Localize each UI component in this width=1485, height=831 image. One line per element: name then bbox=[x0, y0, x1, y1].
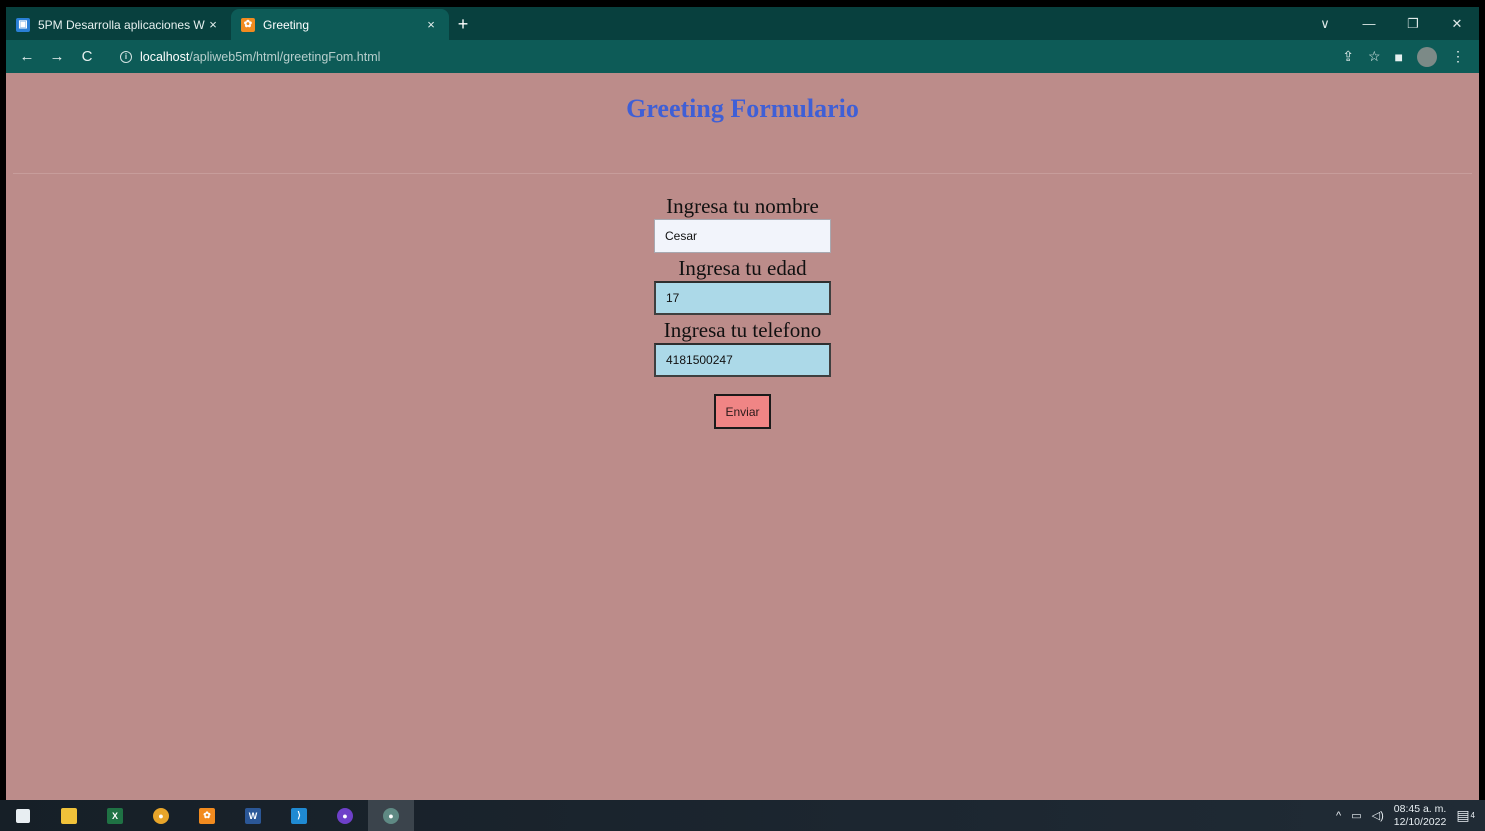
xampp-icon: ✿ bbox=[199, 807, 215, 824]
toolbar-actions: ⇪ ☆ ■ ⋮ bbox=[1342, 46, 1479, 67]
notification-count: 4 bbox=[1470, 811, 1475, 820]
forward-icon[interactable]: → bbox=[42, 48, 72, 65]
taskbar-file-explorer[interactable] bbox=[46, 800, 92, 831]
side-panel-icon[interactable]: ■ bbox=[1395, 49, 1403, 65]
classroom-icon: ▣ bbox=[16, 17, 30, 32]
tab-search-icon[interactable]: ∨ bbox=[1303, 7, 1347, 40]
taskbar-chrome-profile[interactable]: ● bbox=[368, 800, 414, 831]
window-controls: ∨ — ❐ ✕ bbox=[1303, 7, 1479, 40]
chrome-profile-icon: ● bbox=[383, 807, 399, 824]
clock-time: 08:45 a. m. bbox=[1393, 802, 1447, 815]
start-button[interactable] bbox=[0, 800, 46, 831]
notifications-icon[interactable]: ▤ 4 bbox=[1456, 807, 1475, 824]
name-input[interactable]: Cesar bbox=[654, 219, 831, 253]
tab-classroom[interactable]: ▣ 5PM Desarrolla aplicaciones Web × bbox=[6, 9, 231, 40]
share-icon[interactable]: ⇪ bbox=[1342, 48, 1354, 65]
taskbar-chrome[interactable]: ● bbox=[138, 800, 184, 831]
tab-close-icon[interactable]: × bbox=[423, 17, 439, 32]
taskbar-xampp[interactable]: ✿ bbox=[184, 800, 230, 831]
taskbar-github[interactable]: ● bbox=[322, 800, 368, 831]
clock[interactable]: 08:45 a. m. 12/10/2022 bbox=[1394, 803, 1447, 829]
url-host: localhost bbox=[140, 49, 190, 64]
tab-title: 5PM Desarrolla aplicaciones Web bbox=[38, 17, 205, 32]
close-window-icon[interactable]: ✕ bbox=[1435, 7, 1479, 40]
chevron-up-icon[interactable]: ^ bbox=[1336, 810, 1341, 822]
taskbar-vscode[interactable]: ⟩ bbox=[276, 800, 322, 831]
system-tray: ^ ▭ ◁) 08:45 a. m. 12/10/2022 ▤ 4 bbox=[1336, 803, 1485, 829]
greeting-form: Ingresa tu nombre Cesar Ingresa tu edad … bbox=[6, 193, 1479, 429]
tab-title: Greeting bbox=[263, 17, 310, 32]
page-viewport: Greeting Formulario Ingresa tu nombre Ce… bbox=[6, 73, 1479, 800]
windows-start-icon bbox=[16, 808, 30, 823]
tab-greeting[interactable]: ✿ Greeting × bbox=[231, 9, 449, 40]
site-info-icon[interactable]: i bbox=[120, 50, 132, 63]
xampp-icon: ✿ bbox=[241, 17, 255, 32]
minimize-icon[interactable]: — bbox=[1347, 7, 1391, 40]
back-icon[interactable]: ← bbox=[12, 48, 42, 65]
browser-tab-bar: ▣ 5PM Desarrolla aplicaciones Web × ✿ Gr… bbox=[6, 7, 1479, 40]
tab-close-icon[interactable]: × bbox=[205, 17, 221, 32]
excel-icon: X bbox=[107, 807, 123, 824]
name-label: Ingresa tu nombre bbox=[666, 194, 819, 218]
browser-toolbar: ← → C i localhost/apliweb5m/html/greetin… bbox=[6, 40, 1479, 73]
phone-label: Ingresa tu telefono bbox=[663, 318, 822, 342]
new-tab-button[interactable]: + bbox=[449, 9, 477, 40]
windows-taskbar: X ● ✿ W ⟩ ● ● ^ ▭ ◁) 08:45 a. m. 12/10/2… bbox=[0, 800, 1485, 831]
reload-icon[interactable]: C bbox=[72, 48, 102, 65]
restore-icon[interactable]: ❐ bbox=[1391, 7, 1435, 40]
horizontal-rule bbox=[13, 173, 1472, 174]
github-icon: ● bbox=[337, 807, 353, 824]
clock-date: 12/10/2022 bbox=[1393, 815, 1447, 828]
age-input[interactable]: 17 bbox=[654, 281, 831, 315]
chrome-icon: ● bbox=[153, 807, 169, 824]
folder-icon bbox=[61, 807, 77, 824]
profile-avatar[interactable] bbox=[1417, 46, 1437, 67]
age-label: Ingresa tu edad bbox=[678, 256, 807, 280]
phone-input[interactable]: 4181500247 bbox=[654, 343, 831, 377]
taskbar-excel[interactable]: X bbox=[92, 800, 138, 831]
word-icon: W bbox=[245, 807, 261, 824]
network-icon[interactable]: ▭ bbox=[1351, 809, 1361, 822]
url-path: /apliweb5m/html/greetingFom.html bbox=[189, 49, 381, 64]
menu-icon[interactable]: ⋮ bbox=[1451, 48, 1465, 65]
address-bar[interactable]: i localhost/apliweb5m/html/greetingFom.h… bbox=[110, 44, 1300, 70]
bookmark-star-icon[interactable]: ☆ bbox=[1368, 48, 1381, 65]
taskbar-word[interactable]: W bbox=[230, 800, 276, 831]
vscode-icon: ⟩ bbox=[291, 807, 307, 824]
volume-icon[interactable]: ◁) bbox=[1372, 809, 1384, 822]
page-title: Greeting Formulario bbox=[626, 94, 859, 123]
submit-button[interactable]: Enviar bbox=[714, 394, 771, 429]
